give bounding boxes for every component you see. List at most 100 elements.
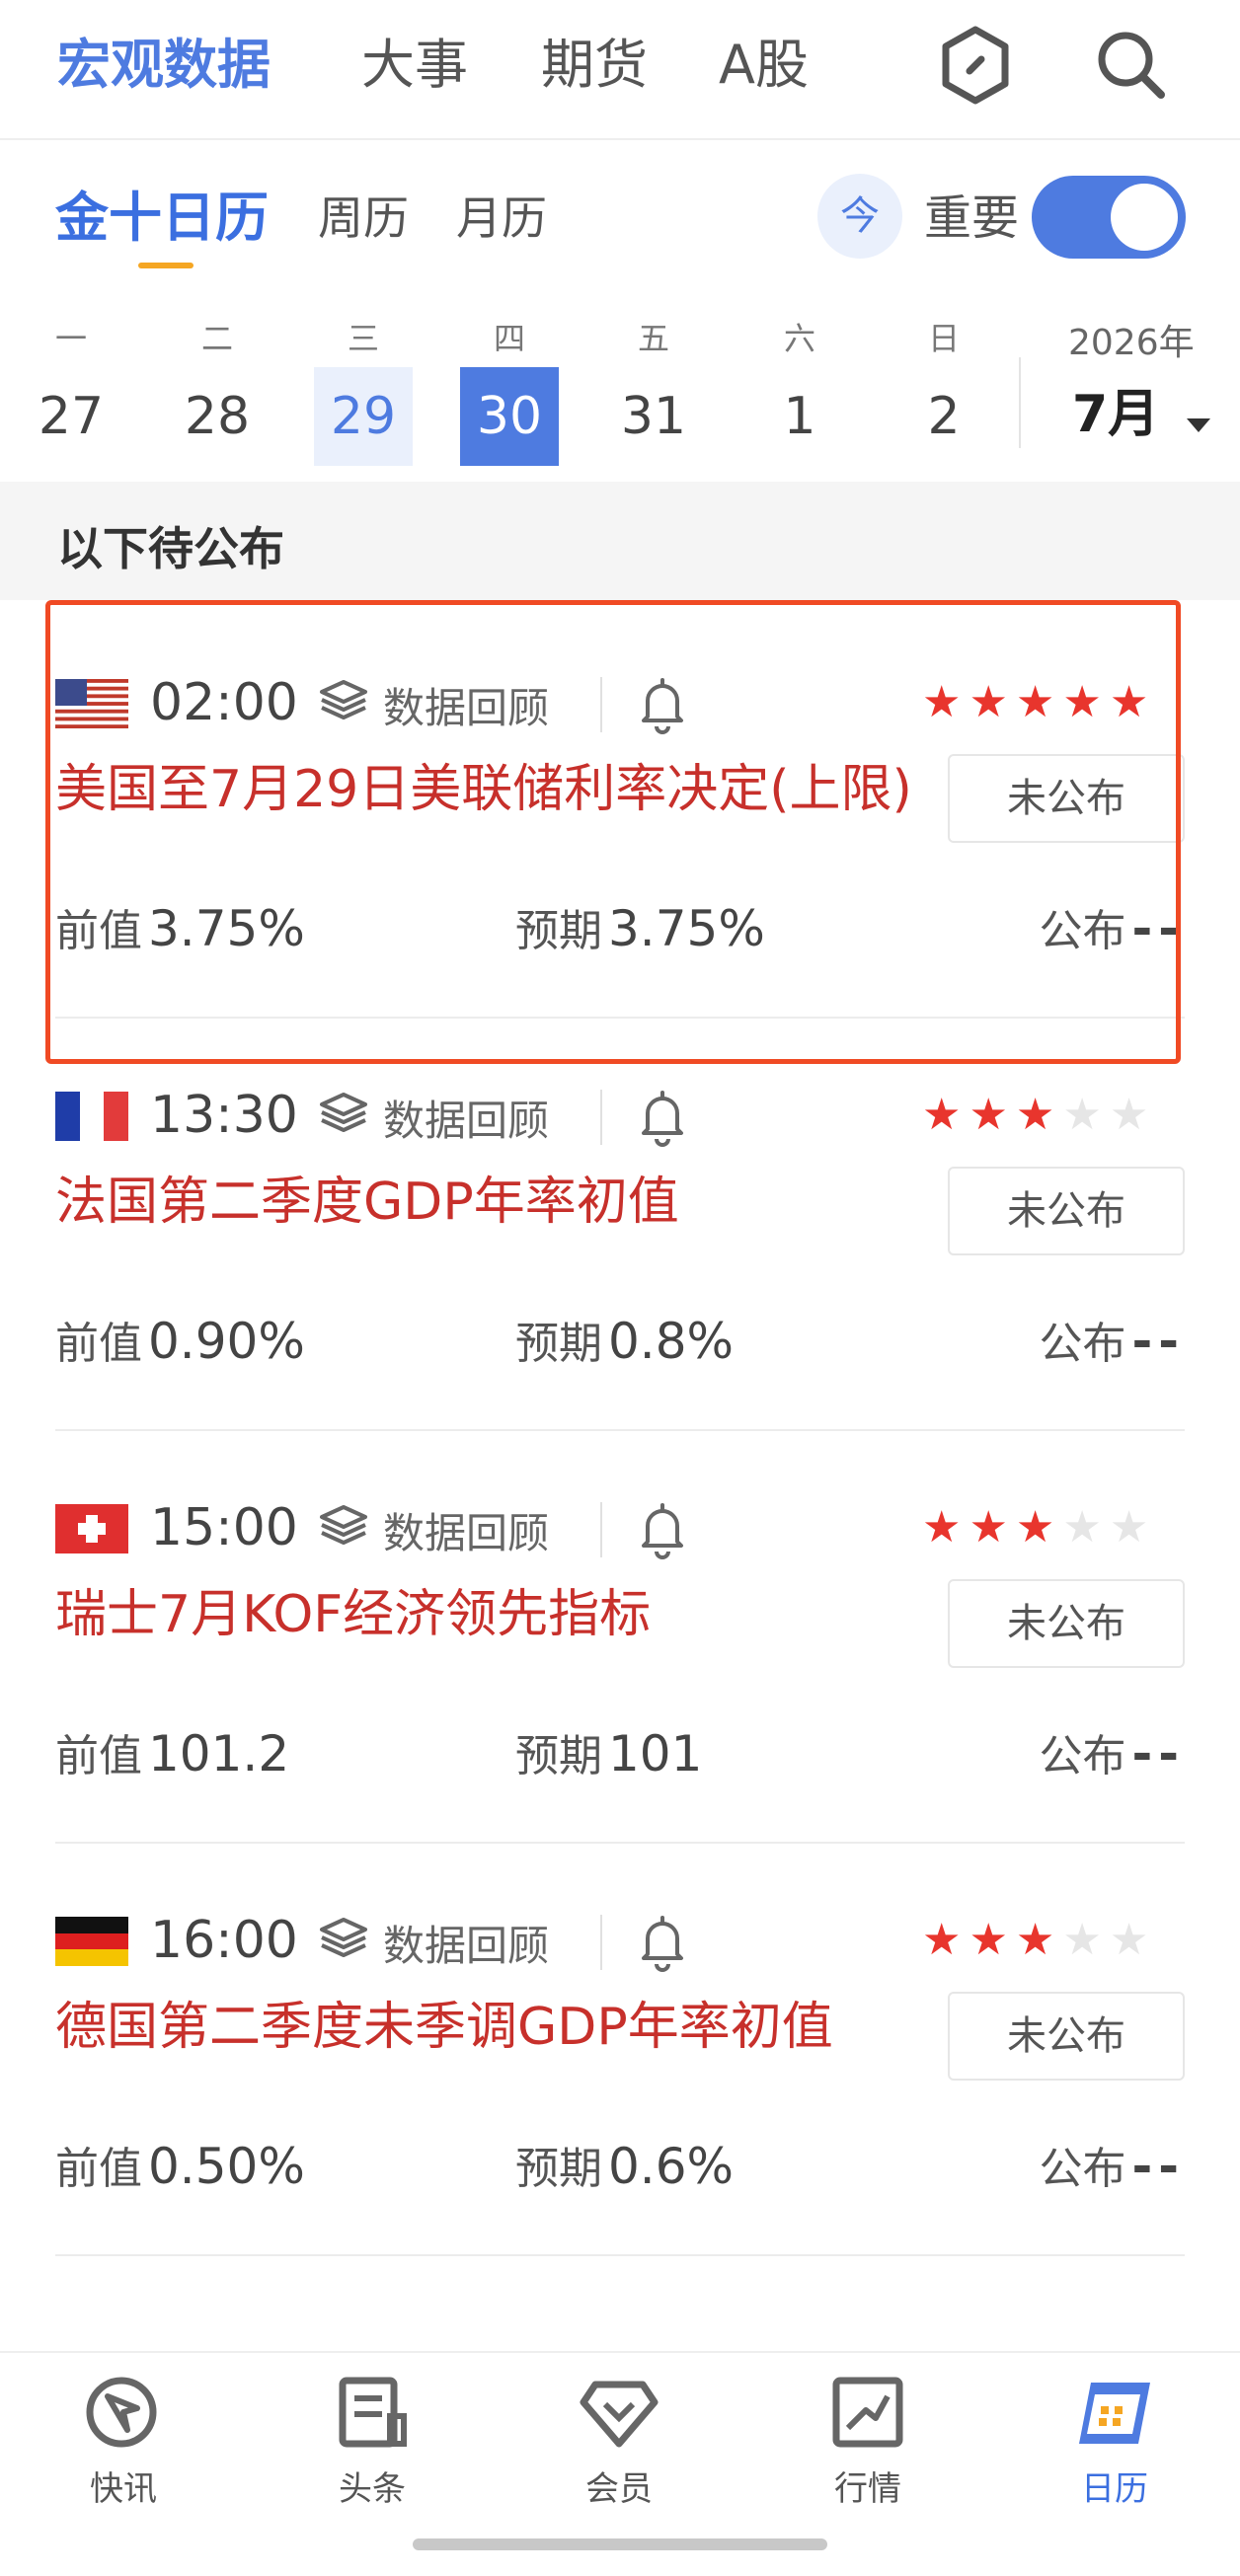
subtab-monthly[interactable]: 月历 [456,184,547,253]
data-review-label: 数据回顾 [383,1921,550,1970]
tab-futures[interactable]: 期货 [541,28,648,103]
important-filter-label: 重要 [924,190,1020,246]
weekday-label: 日 [927,320,960,357]
forecast-label: 预期 [515,2144,602,2194]
status-button[interactable]: 未公布 [948,1167,1185,1255]
active-tab-indicator [138,263,194,268]
event-time: 13:30 [150,1086,298,1145]
bottom-nav-item[interactable]: 头条 [298,2373,446,2510]
star-icon: ★ [922,1915,962,1965]
star-icon: ★ [1109,1502,1149,1553]
bottom-nav-item[interactable]: 行情 [794,2373,942,2510]
forecast-value: 预期 101 [515,1719,702,1791]
bottom-nav-item[interactable]: 日历 [1041,2373,1189,2510]
hexagon-icon[interactable] [940,26,1011,105]
bottom-nav-label: 行情 [834,2469,901,2509]
data-review-link[interactable]: 数据回顾 [318,1913,549,1972]
caret-down-icon [1185,378,1212,457]
member-diamond-icon [545,2373,693,2456]
star-icon: ★ [1109,1915,1149,1965]
data-review-link[interactable]: 数据回顾 [318,1088,549,1147]
day-cell[interactable]: 29 [314,367,413,466]
tab-a-shares[interactable]: A股 [719,28,809,103]
weekday-label: 一 [54,320,87,357]
forecast-label: 预期 [515,1731,602,1781]
star-icon: ★ [922,1090,962,1140]
month-select[interactable]: 7月 [1072,375,1212,457]
bottom-nav-item[interactable]: 会员 [545,2373,693,2510]
day-cell[interactable]: 1 [750,367,849,466]
previous-number: 0.90% [148,1313,305,1370]
forecast-label: 预期 [515,1319,602,1369]
bell-icon[interactable] [638,1913,687,1972]
toggle-knob [1111,184,1178,251]
previous-label: 前值 [55,2144,142,2194]
star-icon: ★ [1015,1915,1055,1965]
flash-news-icon [49,2373,197,2456]
divider [1019,357,1021,448]
today-button[interactable]: 今 [817,174,902,259]
actual-label: 公布 [1039,2144,1126,2194]
event-time: 15:00 [150,1498,298,1557]
forecast-value: 预期 0.8% [515,1307,734,1379]
top-nav: 宏观数据 大事 期货 A股 [0,0,1240,140]
tab-macro-data[interactable]: 宏观数据 [57,28,271,103]
star-icon: ★ [1015,1502,1055,1553]
bell-icon[interactable] [638,1088,687,1147]
search-icon[interactable] [1092,26,1171,105]
star-icon: ★ [969,1915,1008,1965]
weekday-label: 二 [200,320,233,357]
bell-icon[interactable] [638,1500,687,1559]
bottom-nav-label: 快讯 [90,2469,157,2509]
event-item[interactable]: 13:30 数据回顾 ★ ★ ★ ★ ★ 法国第二季度GDP年率初值 未公布 前值 0.90% 预期 0… [0,1019,1240,1431]
tab-events[interactable]: 大事 [361,28,468,103]
event-time: 16:00 [150,1911,298,1970]
previous-value: 前值 0.50% [55,2132,305,2204]
event-title[interactable]: 法国第二季度GDP年率初值 [55,1165,924,1240]
day-cell[interactable]: 27 [22,367,120,466]
layers-icon [318,1091,369,1144]
event-item[interactable]: 16:00 数据回顾 ★ ★ ★ ★ ★ 德国第二季度未季调GDP年率初值 未公布前值 0.50%… [0,1844,1240,2256]
subtab-weekly[interactable]: 周历 [318,184,409,253]
de-flag [55,1917,128,1966]
weekday-label: 六 [783,320,815,357]
market-chart-icon [794,2373,942,2456]
calendar-icon [1041,2373,1189,2456]
day-cell[interactable]: 31 [604,367,703,466]
divider [600,1090,602,1145]
forecast-value: 预期 0.6% [515,2132,734,2204]
day-cell[interactable]: 28 [168,367,267,466]
event-item[interactable]: 15:00 数据回顾 ★ ★ ★ ★ ★ 瑞士7月KOF经济领先指标 未公布前值 101.2 预期 1… [0,1431,1240,1844]
ch-flag [55,1504,128,1553]
data-review-label: 数据回顾 [383,1096,550,1145]
previous-number: 0.50% [148,2138,305,2195]
star-icon: ★ [969,1502,1008,1553]
forecast-number: 101 [608,1725,703,1782]
year-label: 2026年 [1068,323,1195,363]
previous-number: 101.2 [148,1725,290,1782]
event-title[interactable]: 瑞士7月KOF经济领先指标 [55,1577,924,1652]
day-cell[interactable]: 2 [894,367,993,466]
status-button[interactable]: 未公布 [948,1579,1185,1668]
data-review-link[interactable]: 数据回顾 [318,1500,549,1559]
actual-label: 公布 [1039,1731,1126,1781]
importance-stars: ★ ★ ★ ★ ★ [922,1500,1148,1555]
importance-stars: ★ ★ ★ ★ ★ [922,1913,1148,1968]
actual-number: -- [1131,2138,1185,2195]
importance-stars: ★ ★ ★ ★ ★ [922,1088,1148,1143]
bottom-nav-label: 会员 [585,2469,653,2509]
bottom-nav-item[interactable]: 快讯 [49,2373,197,2510]
weekday-label: 三 [347,320,379,357]
star-icon: ★ [922,1502,962,1553]
status-button[interactable]: 未公布 [948,1992,1185,2081]
star-icon: ★ [1015,1090,1055,1140]
previous-label: 前值 [55,1731,142,1781]
month-label: 7月 [1072,385,1160,444]
subtab-jin10-calendar[interactable]: 金十日历 [55,184,269,253]
headline-icon [298,2373,446,2456]
section-title: 以下待公布 [57,522,284,575]
event-title[interactable]: 德国第二季度未季调GDP年率初值 [55,1990,924,2065]
day-cell[interactable]: 30 [460,367,559,466]
important-toggle[interactable] [1032,176,1186,259]
star-icon: ★ [969,1090,1008,1140]
